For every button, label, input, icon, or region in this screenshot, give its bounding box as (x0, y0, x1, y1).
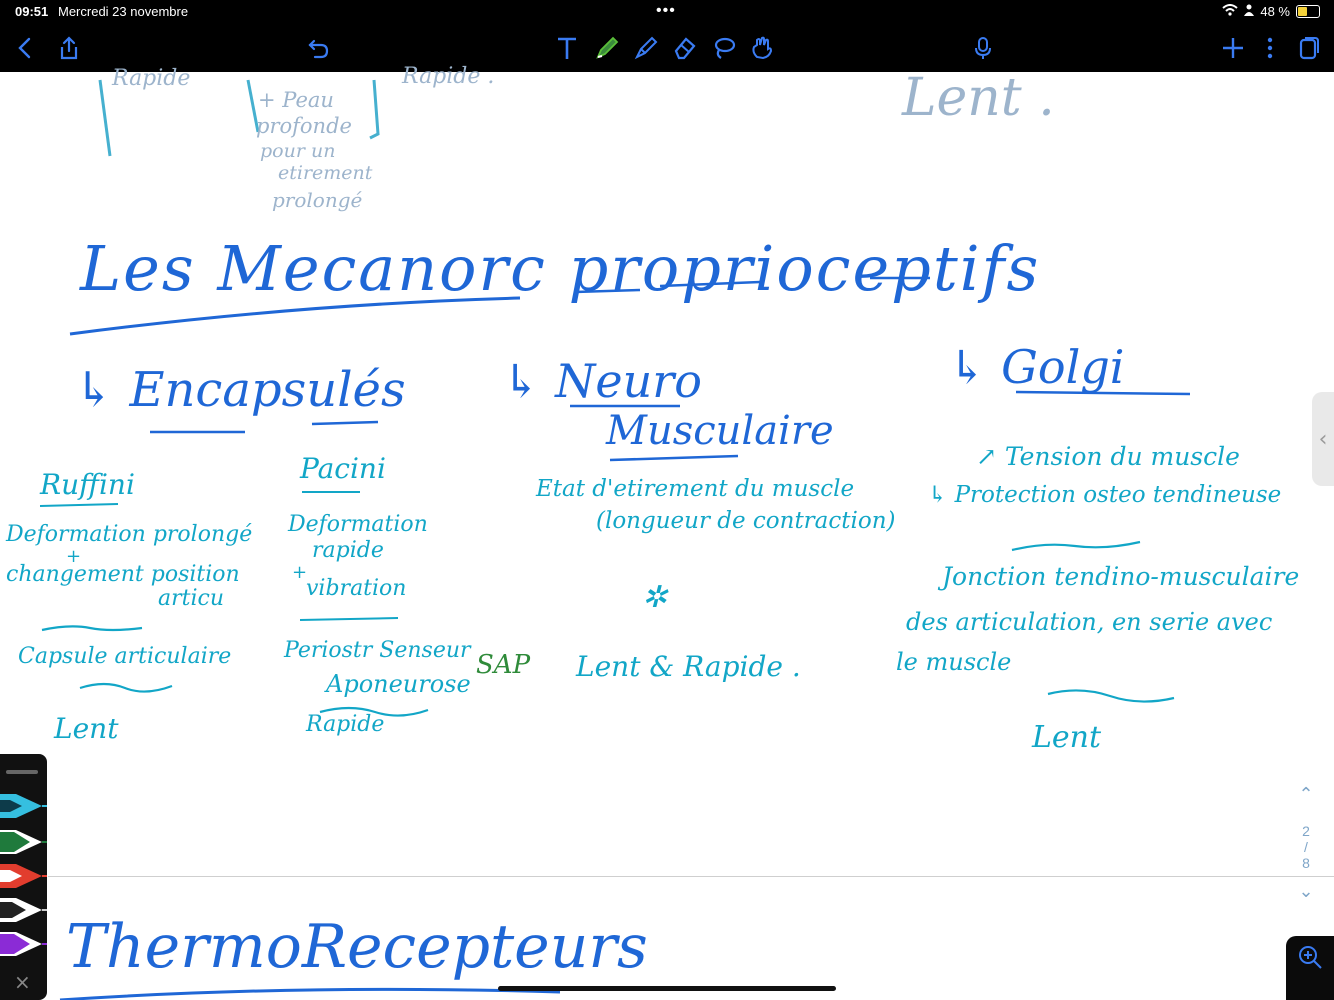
text-tool-icon (558, 37, 576, 59)
lasso-tool-button[interactable] (708, 32, 740, 64)
golgi-line-1: ↗ Tension du muscle (976, 442, 1240, 471)
hand-tool-icon (752, 36, 773, 60)
status-time: 09:51 (15, 4, 49, 19)
neuro-line-2: (longueur de contraction) (596, 508, 896, 534)
note-peau: + Peau (258, 88, 334, 112)
section-golgi: ↳ Golgi (948, 340, 1125, 394)
undo-icon (308, 39, 329, 59)
zoom-button[interactable] (1286, 936, 1334, 1000)
note-profonde: profonde (256, 114, 352, 138)
golgi-line-4: des articulation, en serie avec (906, 608, 1273, 636)
note-canvas[interactable]: Rapide + Peau profonde pour un etirement… (0, 64, 1334, 1000)
pen-tool-button[interactable] (591, 32, 623, 64)
hand-tool-button[interactable] (746, 32, 778, 64)
pen-tool-icon (596, 36, 619, 59)
pen-red[interactable] (0, 860, 47, 892)
pacini-location-2: Aponeurose (326, 670, 471, 698)
back-icon (18, 37, 31, 59)
highlighter-tool-icon (634, 36, 658, 60)
add-page-button[interactable] (1217, 32, 1249, 64)
status-date: Mercredi 23 novembre (58, 4, 189, 19)
share-icon (60, 36, 78, 60)
ruffini-line-3: articu (158, 586, 224, 611)
more-button[interactable] (1254, 32, 1286, 64)
pacini-sap: SAP (476, 650, 531, 680)
page-total: 8 (1302, 855, 1310, 871)
share-button[interactable] (53, 32, 85, 64)
ruffini-location: Capsule articulaire (18, 644, 232, 669)
status-right: 48 % (1222, 4, 1320, 19)
status-bar: 09:51 Mercredi 23 novembre ••• 48 % (0, 0, 1334, 24)
page-separator (48, 876, 1334, 877)
lasso-tool-icon (714, 37, 736, 59)
neuro-star: ✲ (642, 580, 668, 615)
pen-green[interactable] (0, 826, 47, 858)
section-encapsules: ↳ Encapsulés (74, 362, 406, 418)
ruffini-line-2: changement position (6, 562, 240, 587)
pages-icon (1299, 37, 1319, 60)
page-title: Les Mecanorc proprioceptifs (80, 232, 1041, 305)
golgi-line-3: Jonction tendino-musculaire (942, 562, 1300, 591)
toolbar (0, 24, 1334, 72)
section-musculaire: Musculaire (606, 408, 834, 454)
chevron-up-icon[interactable]: ⌃ (1296, 784, 1316, 805)
golgi-speed: Lent (1032, 720, 1102, 755)
pen-palette: × (0, 754, 47, 1000)
pacini-plus: + (292, 562, 308, 583)
pacini-line-2: rapide (312, 538, 384, 563)
pen-cyan[interactable] (0, 790, 47, 822)
microphone-button[interactable] (967, 32, 999, 64)
pages-button[interactable] (1292, 32, 1324, 64)
golgi-line-5: le muscle (896, 648, 1012, 676)
pen-black[interactable] (0, 894, 47, 926)
pen-purple[interactable] (0, 928, 47, 960)
more-icon (1267, 37, 1273, 59)
zoom-in-icon (1299, 946, 1322, 969)
ruffini-title: Ruffini (40, 468, 135, 501)
pacini-location: Periostr Senseur (284, 638, 471, 663)
note-pour-un: pour un (260, 140, 336, 162)
note-prolonge: prolongé (272, 188, 363, 212)
page-current: 2 (1302, 823, 1310, 839)
back-button[interactable] (10, 32, 42, 64)
home-indicator[interactable] (498, 986, 836, 991)
golgi-line-2: ↳ Protection osteo tendineuse (928, 482, 1282, 508)
add-icon (1223, 38, 1243, 58)
chevron-down-icon[interactable]: ⌄ (1296, 881, 1316, 902)
page-indicator: ⌃ 2 / 8 ⌄ (1296, 784, 1316, 902)
chevron-left-icon: ‹ (1318, 426, 1328, 452)
microphone-icon (975, 37, 991, 59)
note-etirement: etirement (278, 162, 373, 184)
battery-icon (1296, 5, 1320, 18)
battery-percentage: 48 % (1260, 4, 1290, 19)
neuro-line-1: Etat d'etirement du muscle (536, 476, 855, 502)
eraser-tool-button[interactable] (669, 32, 701, 64)
highlighter-tool-button[interactable] (630, 32, 662, 64)
pacini-speed: Rapide (306, 712, 385, 737)
neuro-speed: Lent & Rapide . (576, 650, 801, 683)
multitasking-dots[interactable]: ••• (656, 2, 676, 20)
pacini-line-1: Deformation (288, 512, 428, 537)
text-tool-button[interactable] (551, 32, 583, 64)
section-neuro: ↳ Neuro (502, 354, 702, 408)
ruffini-line-1: Deformation prolongé (6, 522, 253, 547)
note-rapide-top: Rapide (112, 66, 191, 91)
next-page-title: ThermoRecepteurs (66, 912, 648, 982)
ruffini-speed: Lent (54, 712, 119, 745)
close-icon[interactable]: × (14, 970, 31, 994)
note-lent-top: Lent . (902, 68, 1055, 128)
pacini-title: Pacini (300, 452, 386, 485)
pacini-line-3: vibration (306, 576, 407, 601)
page-separator-slash: / (1304, 839, 1308, 855)
sidebar-toggle-handle[interactable]: ‹ (1312, 392, 1334, 486)
note-rapide-top-2: Rapide . (402, 64, 495, 89)
undo-button[interactable] (302, 32, 334, 64)
location-icon (1244, 4, 1255, 19)
eraser-tool-icon (674, 37, 696, 60)
palette-grab-handle[interactable] (6, 770, 38, 774)
wifi-icon (1222, 4, 1239, 19)
